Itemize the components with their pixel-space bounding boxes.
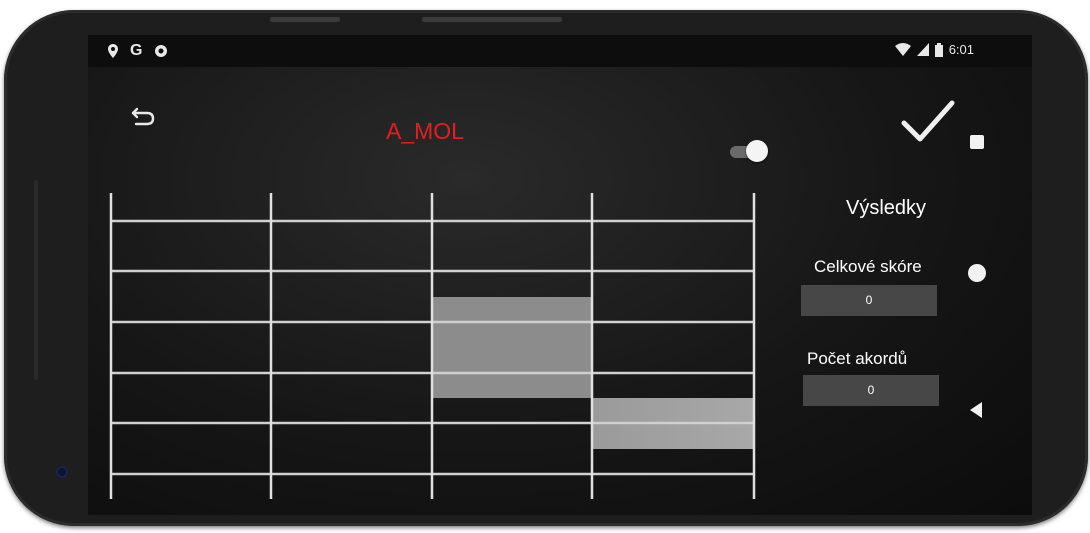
recents-icon[interactable] xyxy=(970,135,984,149)
toggle-thumb xyxy=(746,140,768,162)
location-icon xyxy=(108,44,118,58)
home-icon[interactable] xyxy=(968,264,986,282)
status-right-icons: 6:01 xyxy=(894,42,974,57)
total-score-label: Celkové skóre xyxy=(814,257,922,276)
frets xyxy=(109,193,756,499)
volume-button xyxy=(422,17,562,22)
highlight-cell xyxy=(432,297,592,398)
power-button xyxy=(270,17,340,22)
chord-title: A_MOL xyxy=(386,118,464,144)
total-score-value: 0 xyxy=(801,285,937,316)
undo-icon[interactable] xyxy=(128,101,158,131)
google-icon: G xyxy=(130,42,143,59)
status-time: 6:01 xyxy=(948,42,974,57)
results-title: Výsledky xyxy=(846,197,927,219)
signal-icon xyxy=(916,43,929,56)
chord-count-label: Počet akordů xyxy=(807,349,908,368)
status-bar: G 6:01 xyxy=(88,35,1032,67)
back-icon[interactable] xyxy=(966,400,986,420)
fretboard[interactable] xyxy=(108,193,758,503)
status-left-icons: G xyxy=(108,42,168,60)
check-icon[interactable] xyxy=(900,97,956,145)
mode-toggle[interactable] xyxy=(730,139,772,165)
chord-count-value: 0 xyxy=(803,375,939,406)
wifi-icon xyxy=(894,43,911,56)
front-camera xyxy=(56,466,68,478)
app-screen: G 6:01 A_MOL Výsledky Celkové skóre 0 Po… xyxy=(88,35,1032,515)
settings-icon xyxy=(155,45,168,57)
battery-icon xyxy=(934,42,943,57)
side-bezel xyxy=(34,180,38,380)
